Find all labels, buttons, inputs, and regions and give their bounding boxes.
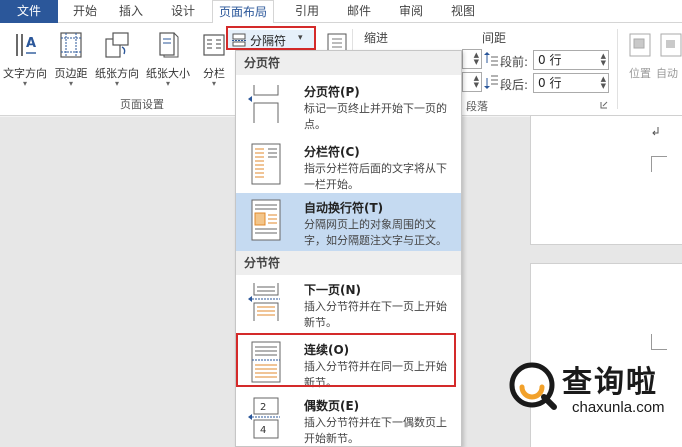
continuous-highlight-box [236, 333, 456, 387]
chevron-down-icon: ▾ [22, 79, 27, 88]
tab-view[interactable]: 视图 [444, 0, 482, 23]
menu-item-description: 标记一页终止并开始下一页的点。 [304, 102, 447, 131]
tab-page-layout[interactable]: 页面布局 [212, 0, 274, 24]
dialog-launcher-icon[interactable] [600, 101, 608, 109]
document-page [530, 115, 682, 245]
chevron-down-icon: ▾ [211, 79, 216, 88]
text-direction-icon: A [16, 34, 36, 56]
margin-corner-mark [651, 156, 667, 172]
menu-item-even-page[interactable]: 2 4 偶数页(E) 插入分节符并在下一偶数页上开始新节。 [236, 391, 461, 447]
menu-item-title: 分栏符(C) [304, 145, 360, 159]
tab-design[interactable]: 设计 [164, 0, 202, 23]
ribbon-tab-bar: 文件 开始 插入 设计 页面布局 引用 邮件 审阅 视图 [0, 0, 682, 24]
wrap-text-label: 自动 [656, 67, 678, 80]
menu-item-title: 偶数页(E) [304, 399, 360, 413]
wrap-text-icon [660, 33, 682, 57]
watermark: 查询啦 chaxunla.com [500, 355, 682, 447]
menu-item-description: 分隔网页上的对象周围的文字，如分隔题注文字与正文。 [304, 218, 447, 247]
chevron-down-icon: ▾ [165, 79, 170, 88]
menu-item-description: 插入分节符并在下一偶数页上开始新节。 [304, 416, 447, 445]
margins-icon [60, 32, 82, 58]
even-page-icon: 2 4 [248, 397, 280, 439]
menu-item-title: 下一页(N) [304, 283, 362, 297]
indent-label: 缩进 [364, 31, 389, 45]
menu-item-title: 分页符(P) [304, 85, 360, 99]
position-icon [629, 33, 651, 57]
paragraph-mark-icon [652, 127, 659, 136]
tab-home[interactable]: 开始 [66, 0, 104, 23]
orientation-icon [105, 32, 129, 58]
space-after-icon [484, 75, 498, 89]
indent-right-stepper[interactable]: ▲ ▼ [462, 72, 482, 92]
position-label: 位置 [629, 67, 651, 80]
column-break-icon [251, 143, 281, 185]
tab-file[interactable]: 文件 [0, 0, 58, 23]
text-direction-button[interactable]: A 文字方向 ▾ [0, 27, 50, 89]
menu-item-page-break[interactable]: 分页符(P) 标记一页终止并开始下一页的点。 [236, 77, 461, 137]
svg-text:2: 2 [260, 402, 266, 413]
orientation-button[interactable]: 纸张方向 ▾ [92, 27, 142, 89]
section-breaks-section-header: 分节符 [236, 251, 461, 275]
tab-review[interactable]: 审阅 [392, 0, 430, 23]
watermark-logo-icon [509, 362, 557, 410]
paper-size-button[interactable]: 纸张大小 ▾ [142, 27, 194, 89]
menu-item-description: 插入分节符并在下一页上开始新节。 [304, 300, 447, 329]
svg-text:4: 4 [260, 425, 266, 436]
paper-size-icon [159, 32, 179, 58]
watermark-text: 查询啦 [562, 365, 658, 400]
menu-item-next-page[interactable]: 下一页(N) 插入分节符并在下一页上开始新节。 [236, 275, 461, 333]
watermark-url: chaxunla.com [572, 399, 665, 416]
margin-corner-mark [651, 334, 667, 350]
page-setup-group-label: 页面设置 [120, 98, 164, 111]
indent-left-stepper[interactable]: ▲ ▼ [462, 49, 482, 69]
space-before-label: 段前: [500, 55, 529, 69]
menu-item-text-wrapping[interactable]: 自动换行符(T) 分隔网页上的对象周围的文字，如分隔题注文字与正文。 [236, 193, 461, 251]
menu-item-description: 指示分栏符后面的文字将从下一栏开始。 [304, 162, 447, 191]
space-after-label: 段后: [500, 78, 529, 92]
breaks-dropdown-menu: 分页符 分页符(P) 标记一页终止并开始下一页的点。 分栏符(C) 指示分栏符后… [235, 50, 462, 447]
chevron-down-icon: ▾ [114, 79, 119, 88]
space-before-value: 0 行 [538, 53, 562, 67]
menu-item-title: 自动换行符(T) [304, 201, 384, 215]
paragraph-group-label: 段落 [466, 100, 488, 113]
space-after-value: 0 行 [538, 76, 562, 90]
tab-references[interactable]: 引用 [288, 0, 326, 23]
space-after-stepper[interactable]: 0 行 ▲ ▼ [533, 73, 609, 93]
margins-button[interactable]: 页边距 ▾ [50, 27, 92, 89]
space-before-stepper[interactable]: 0 行 ▲ ▼ [533, 50, 609, 70]
menu-item-column-break[interactable]: 分栏符(C) 指示分栏符后面的文字将从下一栏开始。 [236, 137, 461, 193]
group-separator [617, 29, 618, 109]
chevron-down-icon: ▾ [68, 79, 73, 88]
position-button[interactable]: 位置 [622, 27, 658, 89]
page-break-icon [248, 85, 279, 123]
space-before-icon [484, 52, 498, 66]
text-wrapping-icon [251, 199, 281, 241]
svg-text:A: A [26, 36, 36, 51]
columns-icon [203, 34, 225, 56]
breaks-highlight-box [226, 26, 316, 50]
wrap-text-button[interactable]: 自动 [656, 27, 682, 89]
tab-mailings[interactable]: 邮件 [340, 0, 378, 23]
spacing-label: 间距 [482, 31, 507, 45]
tab-insert[interactable]: 插入 [112, 0, 150, 23]
page-breaks-section-header: 分页符 [236, 51, 461, 75]
next-page-icon [248, 283, 280, 321]
